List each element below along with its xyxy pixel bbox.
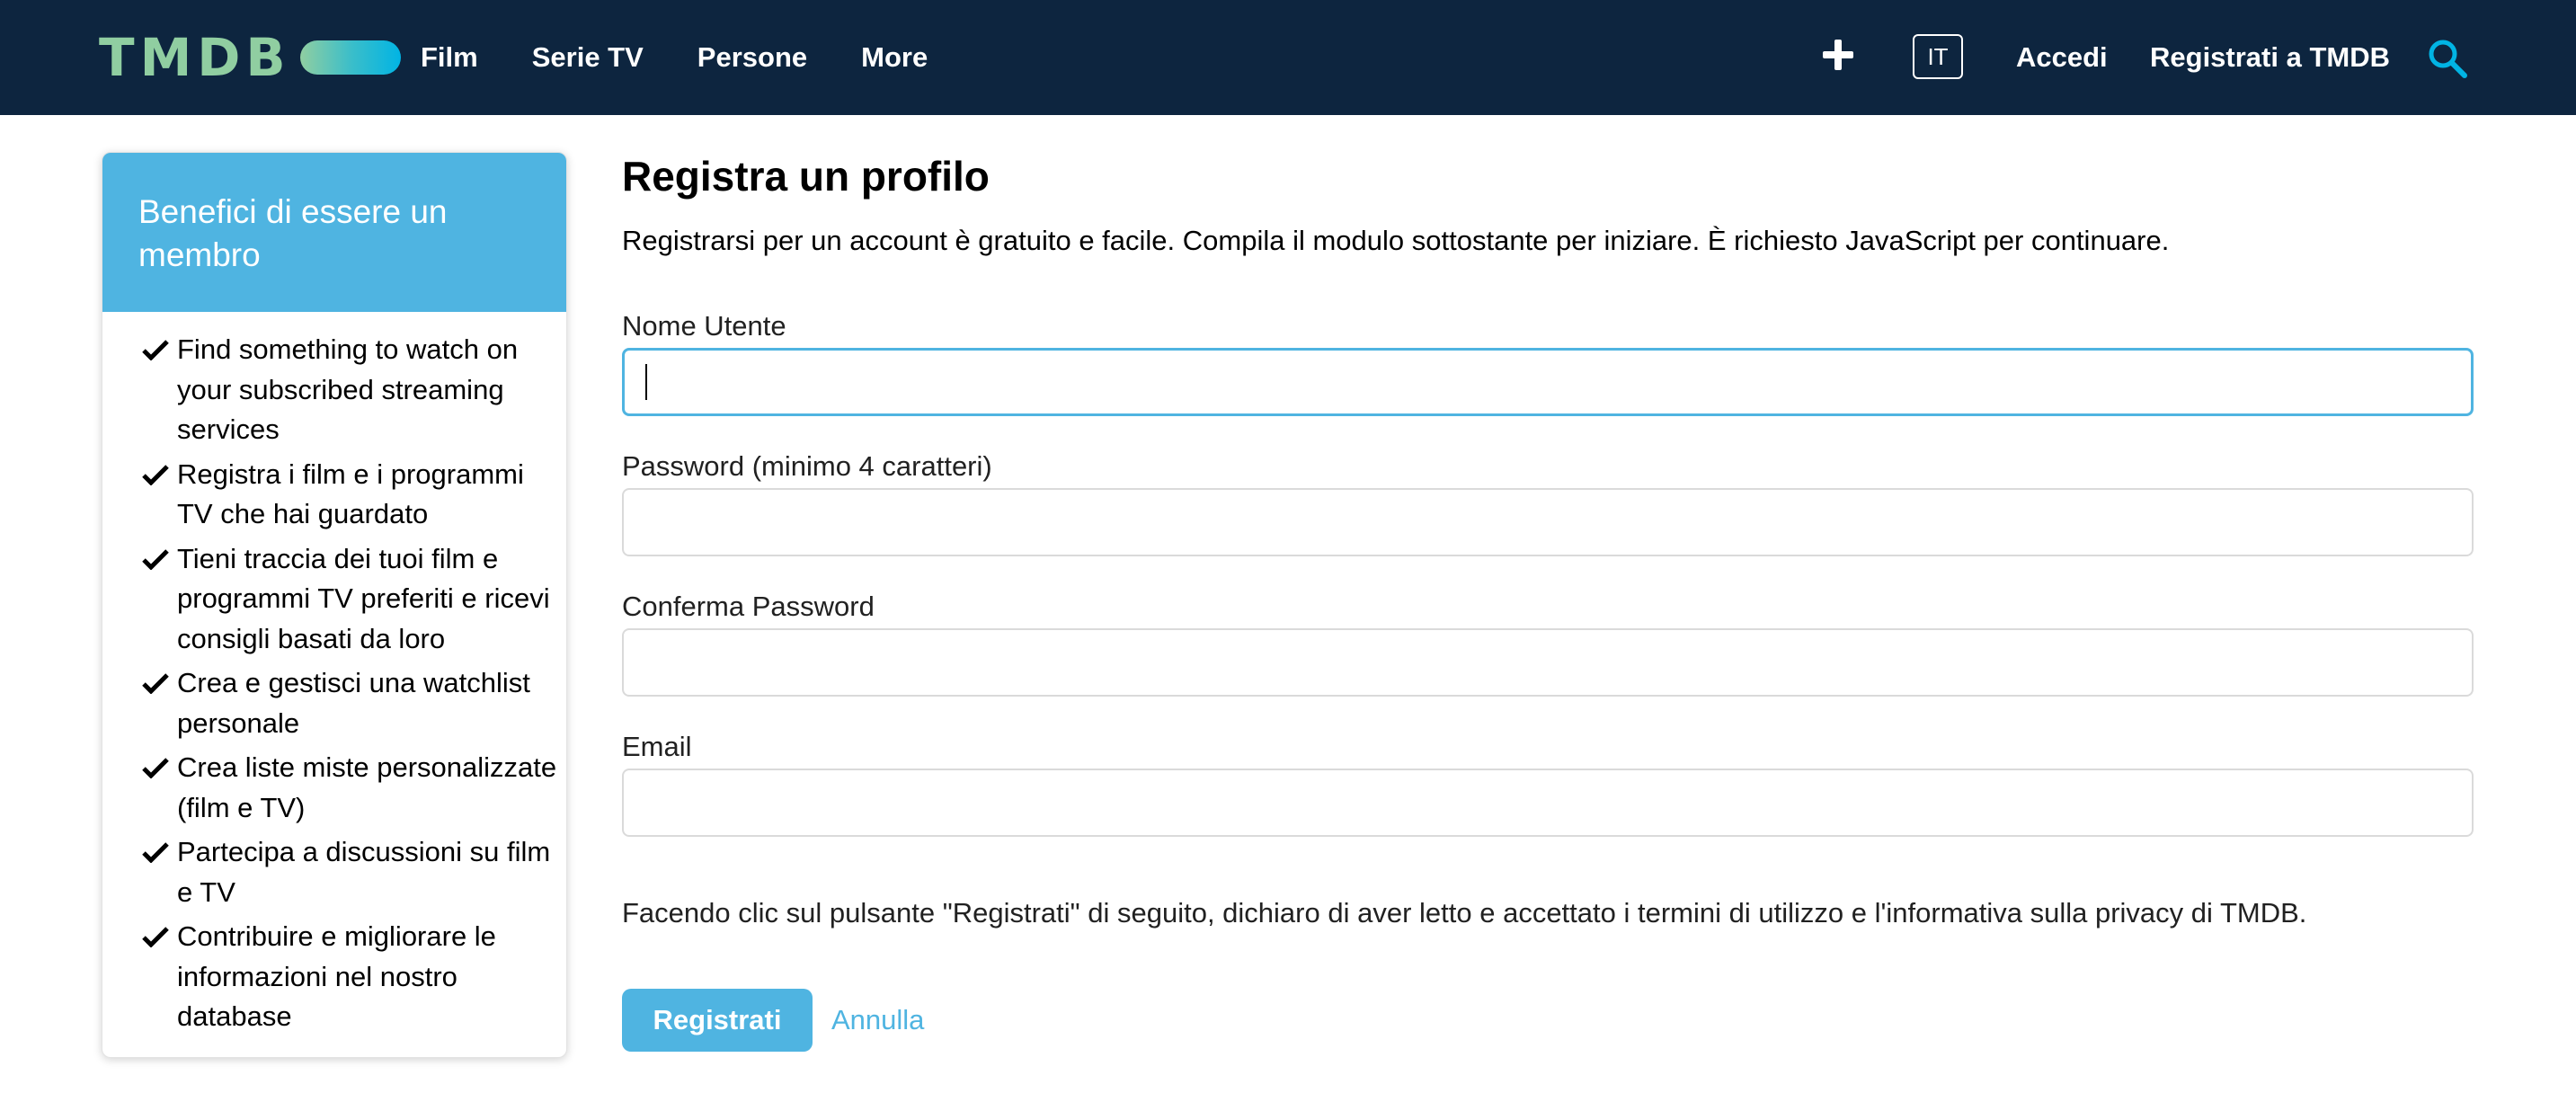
email-field[interactable] [622,769,2474,837]
register-button[interactable]: Registrati [622,989,813,1052]
benefits-card-header: Benefici di essere un membro [102,153,566,312]
username-wrapper [622,348,2474,416]
benefit-text: Contribuire e migliorare le informazioni… [177,920,496,1032]
email-label: Email [622,731,692,762]
confirm-password-field[interactable] [622,628,2474,697]
check-icon [142,340,169,360]
list-item: Crea e gestisci una watchlist personale [142,663,559,743]
benefit-text: Registra i film e i programmi TV che hai… [177,458,524,530]
check-icon [142,927,169,947]
benefits-card: Benefici di essere un membro Find someth… [102,152,567,1058]
top-navbar: TMDB Film Serie TV Persone More IT Acced… [0,0,2576,115]
nav-persone[interactable]: Persone [697,0,807,115]
benefit-text: Partecipa a discussioni su film e TV [177,836,551,908]
check-icon [142,758,169,778]
benefit-text: Tieni traccia dei tuoi film e programmi … [177,542,550,654]
list-item: Partecipa a discussioni su film e TV [142,832,559,912]
list-item: Crea liste miste personalizzate (film e … [142,748,559,828]
add-plus-icon[interactable] [1823,40,1853,70]
text-caret [645,364,647,400]
intro-text: Registrarsi per un account è gratuito e … [622,225,2170,256]
list-item: Registra i film e i programmi TV che hai… [142,455,559,535]
password-label: Password (minimo 4 caratteri) [622,450,992,482]
login-link[interactable]: Accedi [2016,0,2108,115]
benefit-text: Crea e gestisci una watchlist personale [177,667,530,739]
register-link[interactable]: Registrati a TMDB [2150,0,2390,115]
list-item: Find something to watch on your subscrib… [142,330,559,450]
cancel-link[interactable]: Annulla [831,989,924,1052]
main-nav: Film Serie TV Persone More [421,0,982,115]
terms-text: Facendo clic sul pulsante "Registrati" d… [622,897,2307,929]
benefit-text: Crea liste miste personalizzate (film e … [177,751,557,823]
username-label: Nome Utente [622,310,786,342]
check-icon [142,842,169,863]
check-icon [142,464,169,485]
password-field[interactable] [622,488,2474,556]
benefits-title: Benefici di essere un membro [138,193,448,273]
search-icon[interactable] [2427,38,2468,79]
nav-serie-tv[interactable]: Serie TV [532,0,644,115]
language-button[interactable]: IT [1913,34,1963,79]
list-item: Contribuire e migliorare le informazioni… [142,917,559,1037]
benefit-text: Find something to watch on your subscrib… [177,333,519,445]
nav-film[interactable]: Film [421,0,478,115]
nav-more[interactable]: More [861,0,928,115]
logo-text: TMDB [99,27,291,88]
username-field[interactable] [622,348,2474,416]
check-icon [142,673,169,694]
check-icon [142,548,169,570]
logo-pill-icon [299,40,401,75]
benefits-list: Find something to watch on your subscrib… [102,312,566,1037]
list-item: Tieni traccia dei tuoi film e programmi … [142,539,559,660]
confirm-password-label: Conferma Password [622,591,875,622]
tmdb-logo[interactable]: TMDB [99,27,401,88]
page-title: Registra un profilo [622,153,990,200]
